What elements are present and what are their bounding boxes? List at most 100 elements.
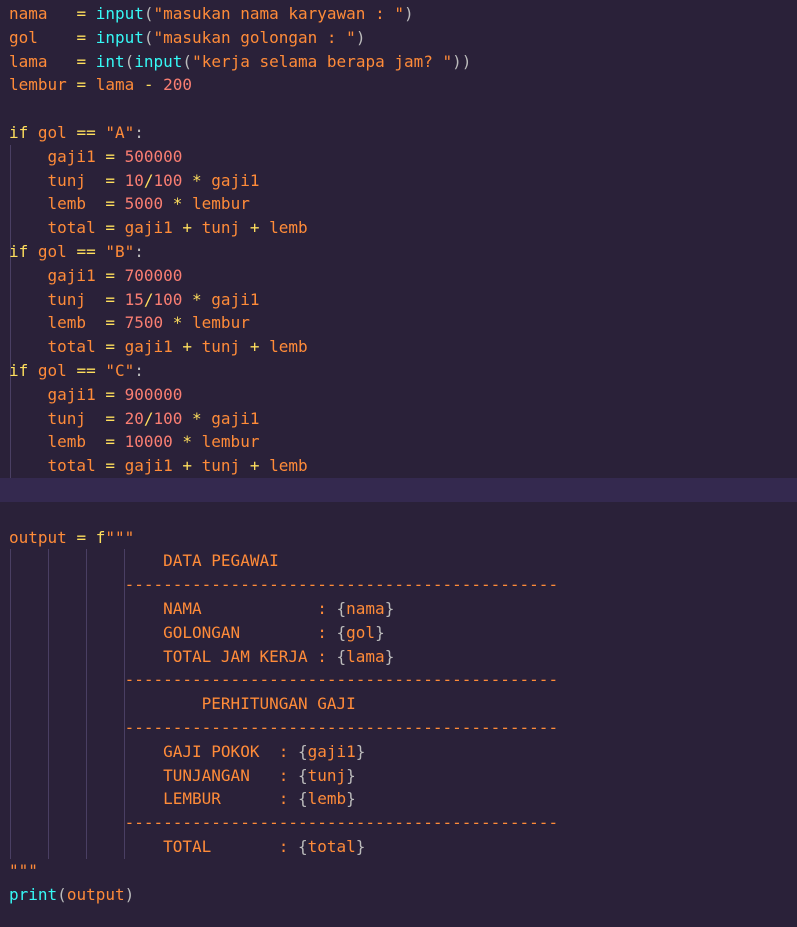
code-token: } <box>384 646 395 666</box>
code-line[interactable]: TOTAL JAM KERJA : {lama} <box>0 645 797 669</box>
code-line[interactable]: TUNJANGAN : {tunj} <box>0 764 797 788</box>
code-token: 20 <box>124 408 144 428</box>
code-token: : <box>134 361 144 380</box>
code-token: ) <box>124 884 135 904</box>
code-line[interactable]: gaji1 = 500000 <box>0 145 797 169</box>
code-token: lembur <box>192 194 250 214</box>
code-token: = <box>76 527 96 547</box>
code-line[interactable]: LEMBUR : {lemb} <box>0 787 797 811</box>
code-line[interactable]: NAMA : {nama} <box>0 597 797 621</box>
code-token: / <box>143 289 154 309</box>
code-token: 500000 <box>124 146 183 166</box>
code-line[interactable]: GOLONGAN : {gol} <box>0 621 797 645</box>
code-line[interactable]: TOTAL : {total} <box>0 835 797 859</box>
code-line[interactable]: lemb = 10000 * lembur <box>0 430 797 454</box>
code-token: lama <box>346 646 385 666</box>
code-line[interactable]: print(output) <box>0 883 797 907</box>
code-token: tunj <box>307 765 347 785</box>
code-token: ) <box>355 27 366 47</box>
code-token: = <box>105 313 125 333</box>
code-token: { <box>336 646 347 666</box>
code-token: * <box>192 289 212 309</box>
code-token: 15 <box>124 289 144 309</box>
code-token: gaji1 <box>211 289 260 309</box>
code-line[interactable]: PERHITUNGAN GAJI <box>0 692 797 716</box>
code-token: "kerja selama berapa jam? " <box>192 51 453 71</box>
code-line[interactable] <box>0 502 797 526</box>
code-token: TUNJANGAN : <box>9 765 298 785</box>
code-token: + <box>249 337 270 357</box>
code-token: total <box>9 337 106 357</box>
code-token: = <box>76 27 96 47</box>
code-token: "masukan golongan : " <box>153 27 356 47</box>
code-line[interactable]: if gol == "B": <box>0 240 797 264</box>
code-token: lama <box>9 51 77 71</box>
code-line[interactable]: tunj = 20/100 * gaji1 <box>0 407 797 431</box>
code-token: + <box>182 456 202 476</box>
code-token: gol <box>37 361 77 380</box>
code-token: ----------------------------------------… <box>9 813 559 833</box>
code-token: nama <box>9 4 77 23</box>
code-line[interactable]: ----------------------------------------… <box>0 668 797 692</box>
code-line[interactable]: """ <box>0 859 797 883</box>
code-token: lemb <box>307 789 347 809</box>
code-token: tunj <box>201 456 250 476</box>
code-line[interactable]: ----------------------------------------… <box>0 573 797 597</box>
code-token: ) <box>403 4 414 23</box>
code-token: } <box>355 741 366 761</box>
code-token: lembur <box>192 313 250 333</box>
code-token: { <box>336 599 347 618</box>
code-line[interactable]: lemb = 7500 * lembur <box>0 311 797 335</box>
code-token: if <box>9 123 38 142</box>
code-token: input <box>95 4 144 23</box>
code-line[interactable]: lama = int(input("kerja selama berapa ja… <box>0 50 797 74</box>
code-line[interactable]: if gol == "A": <box>0 121 797 145</box>
code-token: )) <box>452 51 472 71</box>
code-token: lemb <box>269 218 308 238</box>
code-token: gaji1 <box>211 408 260 428</box>
code-line[interactable]: total = gaji1 + tunj + lemb <box>0 454 797 478</box>
code-token: * <box>172 313 193 333</box>
code-token: 100 <box>153 408 193 428</box>
code-line[interactable] <box>0 478 797 502</box>
code-line[interactable]: tunj = 10/100 * gaji1 <box>0 169 797 193</box>
code-token: gol <box>37 242 77 261</box>
code-token: ( <box>143 27 154 47</box>
code-token: output <box>66 884 125 904</box>
code-line[interactable]: output = f""" <box>0 526 797 550</box>
code-token: ( <box>124 51 135 71</box>
code-line[interactable]: gaji1 = 900000 <box>0 383 797 407</box>
code-token: gaji1 <box>9 146 106 166</box>
code-token: } <box>375 622 385 642</box>
code-token: tunj <box>201 218 250 238</box>
code-line[interactable]: ----------------------------------------… <box>0 811 797 835</box>
code-token: : <box>134 123 144 142</box>
code-token: if <box>9 242 38 261</box>
code-token: TOTAL JAM KERJA : <box>9 646 337 666</box>
code-token: gaji1 <box>124 456 183 476</box>
code-line[interactable]: total = gaji1 + tunj + lemb <box>0 335 797 359</box>
code-line[interactable]: gol = input("masukan golongan : ") <box>0 26 797 50</box>
code-line[interactable]: lemb = 5000 * lembur <box>0 192 797 216</box>
code-line[interactable]: nama = input("masukan nama karyawan : ") <box>0 2 797 26</box>
code-token: gaji1 <box>211 170 260 190</box>
code-token: : <box>134 242 144 261</box>
code-line[interactable]: GAJI POKOK : {gaji1} <box>0 740 797 764</box>
code-line[interactable]: total = gaji1 + tunj + lemb <box>0 216 797 240</box>
code-line[interactable]: tunj = 15/100 * gaji1 <box>0 288 797 312</box>
code-editor[interactable]: nama = input("masukan nama karyawan : ")… <box>0 0 797 927</box>
code-line[interactable]: if gol == "C": <box>0 359 797 383</box>
code-token: "masukan nama karyawan : " <box>153 4 404 23</box>
code-token: GAJI POKOK : <box>9 741 298 761</box>
code-line[interactable] <box>0 97 797 121</box>
code-token: } <box>384 599 395 618</box>
code-token: lemb <box>9 313 106 333</box>
code-token: / <box>143 170 154 190</box>
code-line[interactable]: gaji1 = 700000 <box>0 264 797 288</box>
code-token: + <box>249 218 270 238</box>
code-line[interactable]: ----------------------------------------… <box>0 716 797 740</box>
code-token: = <box>76 4 96 23</box>
code-line[interactable]: DATA PEGAWAI <box>0 549 797 573</box>
code-line[interactable]: lembur = lama - 200 <box>0 73 797 97</box>
code-token: input <box>95 27 144 47</box>
